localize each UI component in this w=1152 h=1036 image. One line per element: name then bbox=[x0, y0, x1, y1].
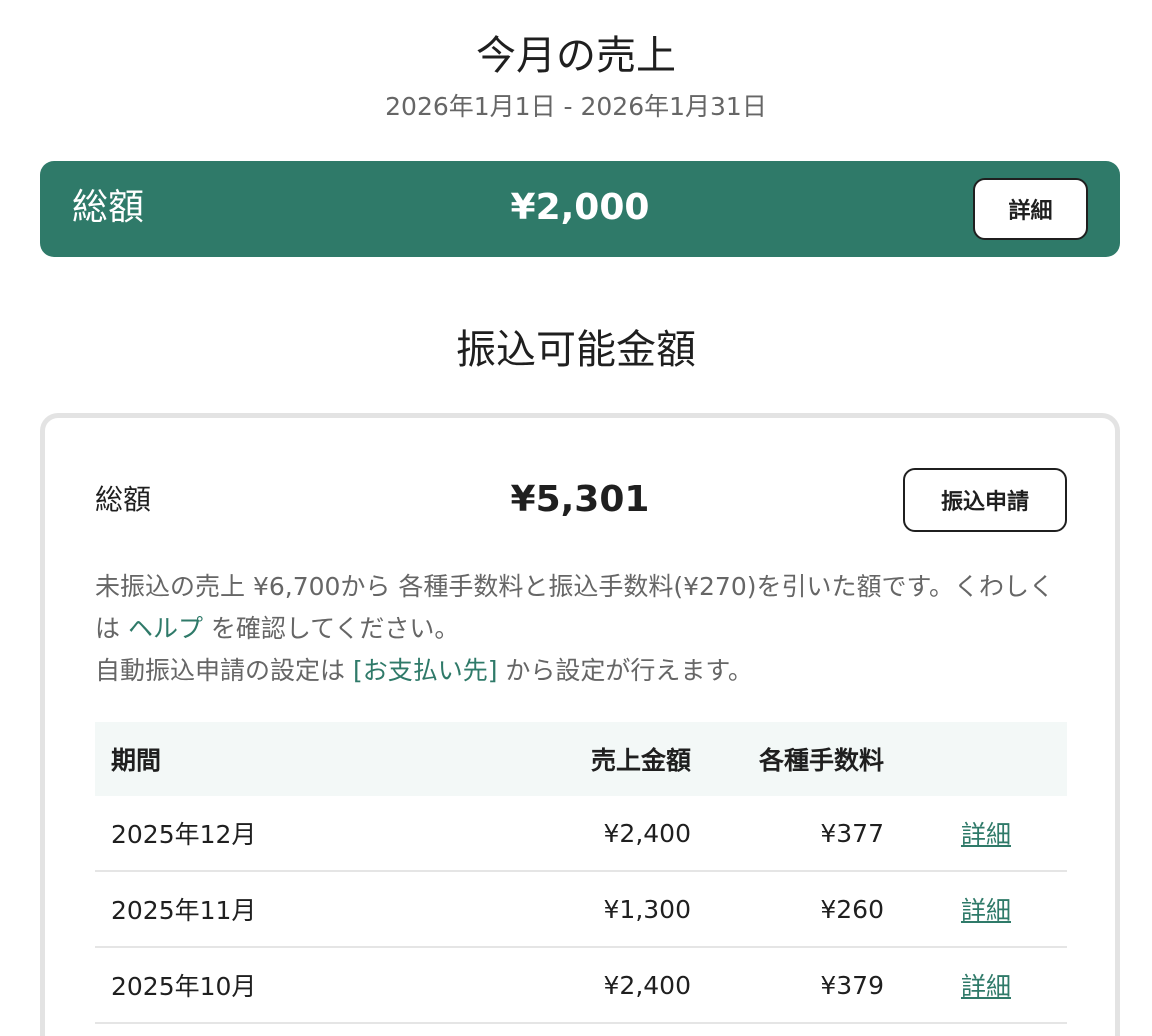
table-row: 2025年12月 ¥2,400 ¥377 詳細 bbox=[95, 796, 1067, 872]
row-period: 2025年11月 bbox=[111, 896, 257, 925]
desc-text: 自動振込申請の設定は bbox=[95, 656, 353, 685]
row-fees: ¥260 bbox=[820, 894, 884, 924]
desc-text: から設定が行えます。 bbox=[497, 656, 753, 685]
table-row: 2025年10月 ¥2,400 ¥379 詳細 bbox=[95, 948, 1067, 1024]
row-detail-link[interactable]: 詳細 bbox=[961, 796, 1011, 870]
row-sales: ¥2,400 bbox=[603, 970, 691, 1000]
monthly-total-amount: ¥2,000 bbox=[510, 187, 650, 228]
table-header: 期間 売上金額 各種手数料 bbox=[95, 722, 1067, 796]
monthly-total-bar: 総額 ¥2,000 詳細 bbox=[40, 161, 1120, 257]
monthly-detail-button[interactable]: 詳細 bbox=[973, 178, 1088, 240]
row-detail-link[interactable]: 詳細 bbox=[961, 948, 1011, 1022]
transfer-request-button[interactable]: 振込申請 bbox=[903, 468, 1067, 532]
monthly-total-label: 総額 bbox=[72, 187, 145, 228]
transferable-card: 総額 ¥5,301 振込申請 未振込の売上 ¥6,700から 各種手数料と振込手… bbox=[40, 413, 1120, 1036]
monthly-sales-table: 期間 売上金額 各種手数料 2025年12月 ¥2,400 ¥377 詳細 20… bbox=[95, 722, 1067, 1024]
transferable-description: 未振込の売上 ¥6,700から 各種手数料と振込手数料(¥270)を引いた額です… bbox=[95, 566, 1075, 692]
payee-link[interactable]: [お支払い先] bbox=[353, 656, 498, 685]
transferable-title: 振込可能金額 bbox=[456, 327, 696, 373]
header-period: 期間 bbox=[111, 746, 162, 775]
row-detail-link[interactable]: 詳細 bbox=[961, 872, 1011, 946]
transferable-total-label: 総額 bbox=[95, 483, 152, 516]
row-sales: ¥2,400 bbox=[603, 818, 691, 848]
row-fees: ¥377 bbox=[820, 818, 884, 848]
row-fees: ¥379 bbox=[820, 970, 884, 1000]
row-period: 2025年12月 bbox=[111, 820, 257, 849]
sales-month-range: 2026年1月1日 - 2026年1月31日 bbox=[385, 92, 767, 121]
sales-month-title: 今月の売上 bbox=[476, 33, 676, 79]
desc-text: を確認してください。 bbox=[202, 614, 460, 643]
row-sales: ¥1,300 bbox=[603, 894, 691, 924]
header-sales: 売上金額 bbox=[590, 746, 691, 775]
row-period: 2025年10月 bbox=[111, 972, 257, 1001]
help-link[interactable]: ヘルプ bbox=[128, 614, 203, 643]
header-fees: 各種手数料 bbox=[758, 746, 884, 775]
table-row: 2025年11月 ¥1,300 ¥260 詳細 bbox=[95, 872, 1067, 948]
page: 今月の売上 2026年1月1日 - 2026年1月31日 総額 ¥2,000 詳… bbox=[0, 0, 1152, 1036]
